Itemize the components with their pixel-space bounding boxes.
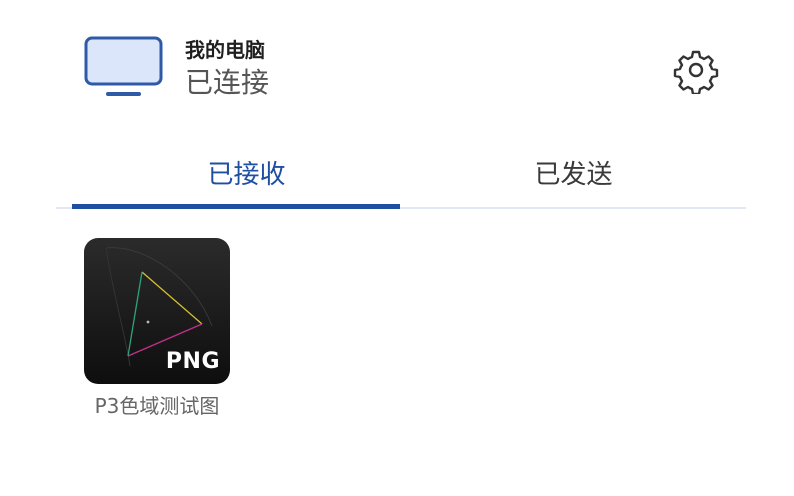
device-header: 我的电脑 已连接: [0, 0, 794, 130]
gear-icon: [673, 50, 719, 96]
file-item[interactable]: PNG P3色域测试图: [84, 238, 230, 420]
tab-received-label: 已接收: [207, 159, 286, 190]
tab-sent-label: 已发送: [534, 159, 613, 190]
tab-sent[interactable]: 已发送: [401, 140, 746, 204]
settings-button[interactable]: [672, 46, 720, 96]
file-name: P3色域测试图: [94, 394, 220, 418]
transfer-tabs: 已接收 已发送: [56, 140, 746, 210]
tab-received[interactable]: 已接收: [74, 140, 419, 204]
active-tab-indicator: [72, 204, 400, 209]
monitor-icon: [84, 36, 163, 96]
connection-status: 已连接: [185, 66, 270, 99]
file-type-badge: PNG: [165, 349, 220, 374]
file-thumbnail: PNG: [84, 238, 230, 384]
device-name: 我的电脑: [185, 38, 265, 62]
